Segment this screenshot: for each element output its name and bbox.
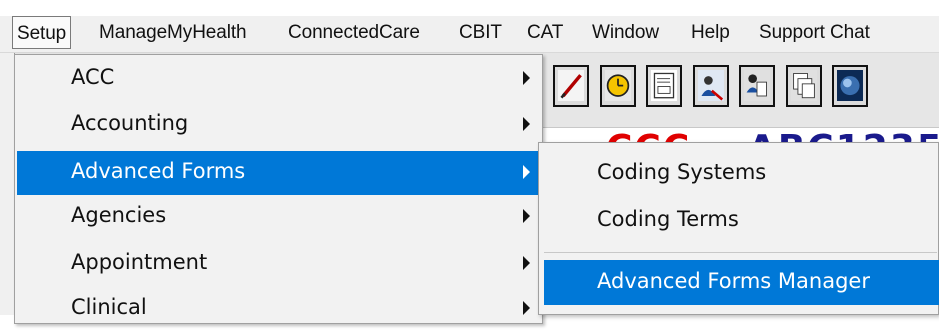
menu-window-label: Window	[592, 22, 659, 43]
menu-help-label: Help	[691, 22, 730, 43]
toolbar-person-button[interactable]	[693, 65, 729, 107]
setup-menu-item-accounting[interactable]: Accounting	[17, 103, 540, 147]
menu-managemyhealth-label: ManageMyHealth	[99, 22, 247, 43]
setup-menu-item-label: Advanced Forms	[71, 159, 246, 183]
setup-menu-item-label: ACC	[71, 65, 115, 89]
submenu-separator	[544, 252, 937, 253]
menu-managemyhealth[interactable]: ManageMyHealth	[99, 16, 247, 52]
setup-menu-item-clinical[interactable]: Clinical	[17, 287, 540, 331]
submenu-item-label: Coding Systems	[597, 160, 767, 184]
menu-help[interactable]: Help	[691, 16, 730, 52]
submenu-item-coding-systems[interactable]: Coding Systems	[544, 151, 939, 196]
background-window-edge	[0, 53, 15, 315]
globe-icon	[837, 70, 863, 102]
pen-icon	[558, 70, 584, 102]
submenu-item-label: Coding Terms	[597, 207, 739, 231]
menu-setup-label: Setup	[17, 23, 67, 44]
setup-menu-item-label: Accounting	[71, 111, 189, 135]
submenu-item-coding-terms[interactable]: Coding Terms	[544, 198, 939, 243]
toolbar-clock-button[interactable]	[600, 65, 636, 107]
windows-icon	[791, 70, 817, 102]
menu-window[interactable]: Window	[592, 16, 659, 52]
setup-menu-item-label: Clinical	[71, 295, 147, 319]
toolbar-pen-button[interactable]	[553, 65, 589, 107]
submenu-arrow-icon	[523, 256, 530, 270]
setup-menu-item-acc[interactable]: ACC	[17, 57, 540, 101]
toolbar-form-button[interactable]	[646, 65, 682, 107]
menu-setup[interactable]: Setup	[12, 16, 72, 49]
menu-cbit[interactable]: CBIT	[459, 16, 502, 52]
submenu-arrow-icon	[523, 71, 530, 85]
submenu-arrow-icon	[523, 209, 530, 223]
setup-menu-item-label: Agencies	[71, 203, 167, 227]
submenu-arrow-icon	[523, 165, 530, 179]
menu-bar: Setup ManageMyHealth ConnectedCare CBIT …	[0, 16, 939, 53]
toolbar-globe-button[interactable]	[832, 65, 868, 107]
person-icon	[698, 70, 724, 102]
submenu-arrow-icon	[523, 117, 530, 131]
setup-menu-item-appointment[interactable]: Appointment	[17, 242, 540, 286]
menu-support-chat[interactable]: Support Chat	[759, 16, 870, 52]
menu-connectedcare[interactable]: ConnectedCare	[288, 16, 420, 52]
form-icon	[651, 70, 677, 102]
setup-menu-item-advanced-forms[interactable]: Advanced Forms	[17, 151, 540, 195]
clock-icon	[605, 70, 631, 102]
setup-menu-item-agencies[interactable]: Agencies	[17, 195, 540, 239]
submenu-arrow-icon	[523, 301, 530, 315]
submenu-item-label: Advanced Forms Manager	[597, 269, 870, 293]
menu-cbit-label: CBIT	[459, 22, 502, 43]
menu-connectedcare-label: ConnectedCare	[288, 22, 420, 43]
menu-support-chat-label: Support Chat	[759, 22, 870, 43]
submenu-item-advanced-forms-manager[interactable]: Advanced Forms Manager	[544, 260, 939, 305]
document-icon	[744, 70, 770, 102]
toolbar-windows-button[interactable]	[786, 65, 822, 107]
advanced-forms-submenu: Coding Systems Coding Terms Advanced For…	[538, 142, 939, 315]
setup-menu-item-label: Appointment	[71, 250, 208, 274]
toolbar-document-button[interactable]	[739, 65, 775, 107]
setup-menu-dropdown: ACC Accounting Advanced Forms Agencies A…	[14, 54, 543, 324]
menu-cat[interactable]: CAT	[527, 16, 563, 52]
menu-cat-label: CAT	[527, 22, 564, 43]
